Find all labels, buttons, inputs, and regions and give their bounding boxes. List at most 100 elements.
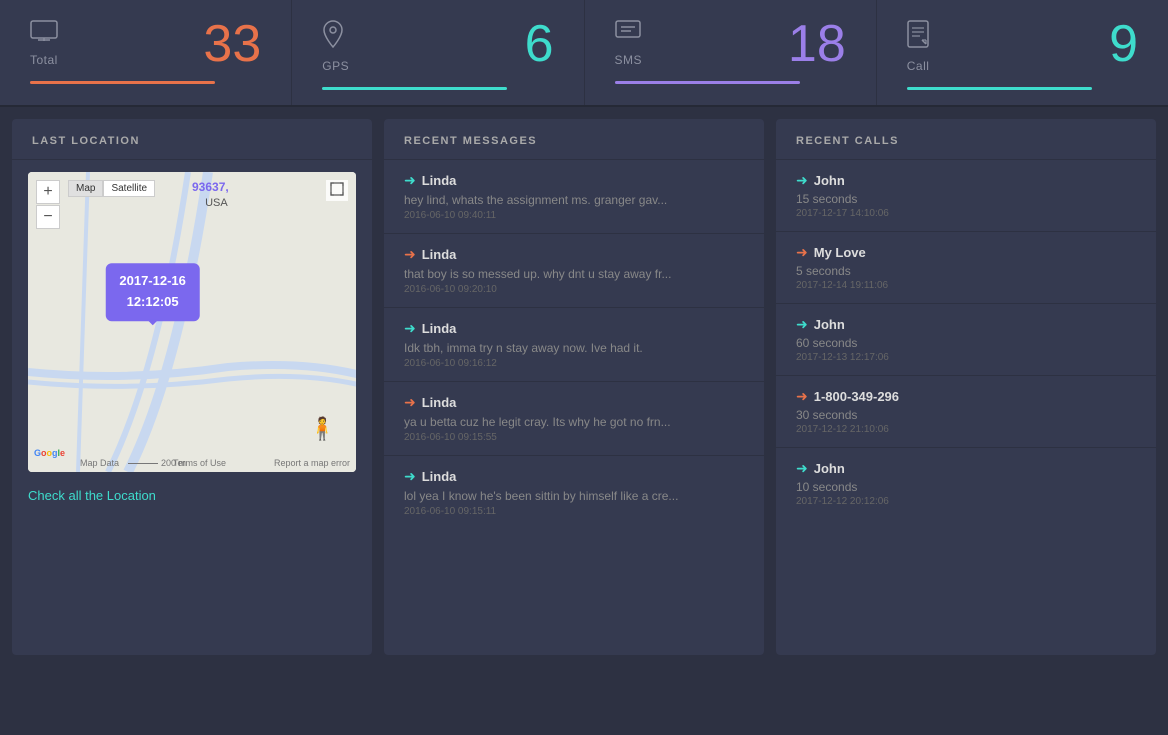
map-container: 93637, USA + − Map Satellite [28, 172, 356, 472]
message-text: lol yea I know he's been sittin by himse… [404, 489, 704, 503]
stat-label-gps: GPS [322, 59, 553, 73]
incoming-icon: ➜ [404, 394, 416, 411]
call-duration: 5 seconds [796, 264, 1136, 278]
pin-icon [322, 20, 344, 53]
message-time: 2016-06-10 09:40:11 [404, 210, 744, 221]
map-type-switcher[interactable]: Map Satellite [68, 180, 155, 197]
map-type-satellite[interactable]: Satellite [103, 180, 155, 197]
stat-card-total: Total 33 [0, 0, 292, 105]
call-contact: ➜ My Love [796, 244, 1136, 261]
message-time: 2016-06-10 09:15:55 [404, 432, 744, 443]
stat-value-call: 9 [1109, 18, 1138, 70]
pin-date: 2017-12-16 [119, 271, 186, 292]
call-item: ➜ John 10 seconds 2017-12-12 20:12:06 [776, 448, 1156, 519]
stat-card-call: Call 9 [877, 0, 1168, 105]
message-time: 2016-06-10 09:20:10 [404, 284, 744, 295]
message-contact: ➜ Linda [404, 172, 744, 189]
call-duration: 10 seconds [796, 480, 1136, 494]
incoming-icon: ➜ [404, 246, 416, 263]
call-contact-name: John [814, 461, 845, 476]
call-contact: ➜ John [796, 316, 1136, 333]
outgoing-icon: ➜ [404, 320, 416, 337]
call-time: 2017-12-12 21:10:06 [796, 424, 1136, 435]
call-contact: ➜ John [796, 460, 1136, 477]
outgoing-icon: ➜ [404, 468, 416, 485]
message-contact: ➜ Linda [404, 320, 744, 337]
message-icon [615, 20, 641, 47]
map-expand-button[interactable] [326, 180, 348, 201]
messages-panel: RECENT MESSAGES ➜ Linda hey lind, whats … [384, 119, 764, 655]
call-duration: 15 seconds [796, 192, 1136, 206]
message-item: ➜ Linda that boy is so messed up. why dn… [384, 234, 764, 308]
map-address: 93637, [192, 180, 229, 194]
call-item: ➜ 1-800-349-296 30 seconds 2017-12-12 21… [776, 376, 1156, 448]
call-contact-name: John [814, 173, 845, 188]
call-duration: 60 seconds [796, 336, 1136, 350]
message-contact: ➜ Linda [404, 246, 744, 263]
call-contact-name: 1-800-349-296 [814, 389, 899, 404]
map-footer-data: Map Data [80, 458, 119, 468]
map-zoom-controls[interactable]: + − [36, 180, 60, 229]
map-pin: 2017-12-16 12:12:05 [105, 263, 200, 321]
call-time: 2017-12-14 19:11:06 [796, 280, 1136, 291]
call-time: 2017-12-12 20:12:06 [796, 496, 1136, 507]
messages-list: ➜ Linda hey lind, whats the assignment m… [384, 160, 764, 529]
stats-bar: Total 33 GPS 6 SMS 18 [0, 0, 1168, 107]
main-content: LAST LOCATION 93637, USA + [0, 107, 1168, 667]
incoming-call-icon: ➜ [796, 244, 808, 261]
check-location-link[interactable]: Check all the Location [12, 480, 372, 519]
calls-panel: RECENT CALLS ➜ John 15 seconds 2017-12-1… [776, 119, 1156, 655]
contact-name: Linda [422, 173, 457, 188]
stat-bar-total [30, 81, 215, 84]
zoom-out-button[interactable]: − [36, 205, 60, 229]
map-terms[interactable]: Terms of Use [173, 458, 226, 468]
map-report[interactable]: Report a map error [274, 458, 350, 468]
outgoing-call-icon: ➜ [796, 460, 808, 477]
map-panel: LAST LOCATION 93637, USA + [12, 119, 372, 655]
message-contact: ➜ Linda [404, 468, 744, 485]
contact-name: Linda [422, 247, 457, 262]
message-time: 2016-06-10 09:16:12 [404, 358, 744, 369]
stat-value-sms: 18 [788, 18, 846, 70]
stat-bar-call [907, 87, 1092, 90]
call-item: ➜ My Love 5 seconds 2017-12-14 19:11:06 [776, 232, 1156, 304]
human-icon: 🧍 [309, 416, 336, 442]
map-usa: USA [205, 197, 228, 209]
stat-label-call: Call [907, 59, 1138, 73]
incoming-call-icon: ➜ [796, 388, 808, 405]
message-item: ➜ Linda lol yea I know he's been sittin … [384, 456, 764, 529]
call-item: ➜ John 60 seconds 2017-12-13 12:17:06 [776, 304, 1156, 376]
message-item: ➜ Linda Idk tbh, imma try n stay away no… [384, 308, 764, 382]
call-time: 2017-12-13 12:17:06 [796, 352, 1136, 363]
contact-name: Linda [422, 469, 457, 484]
call-contact-name: John [814, 317, 845, 332]
message-time: 2016-06-10 09:15:11 [404, 506, 744, 517]
zoom-in-button[interactable]: + [36, 180, 60, 204]
contact-name: Linda [422, 321, 457, 336]
outgoing-call-icon: ➜ [796, 172, 808, 189]
stat-bar-sms [615, 81, 800, 84]
stat-card-gps: GPS 6 [292, 0, 584, 105]
stat-card-sms: SMS 18 [585, 0, 877, 105]
messages-section-title: RECENT MESSAGES [384, 119, 764, 160]
call-duration: 30 seconds [796, 408, 1136, 422]
outgoing-call-icon: ➜ [796, 316, 808, 333]
contact-name: Linda [422, 395, 457, 410]
call-contact: ➜ 1-800-349-296 [796, 388, 1136, 405]
map-section-title: LAST LOCATION [12, 119, 372, 160]
outgoing-icon: ➜ [404, 172, 416, 189]
pin-date-time: 2017-12-16 12:12:05 [105, 263, 200, 321]
calls-list: ➜ John 15 seconds 2017-12-17 14:10:06 ➜ … [776, 160, 1156, 519]
map-type-map[interactable]: Map [68, 180, 103, 197]
stat-value-gps: 6 [525, 18, 554, 70]
calls-section-title: RECENT CALLS [776, 119, 1156, 160]
call-contact: ➜ John [796, 172, 1136, 189]
message-text: Idk tbh, imma try n stay away now. Ive h… [404, 341, 704, 355]
map-background: 93637, USA + − Map Satellite [28, 172, 356, 472]
monitor-icon [30, 20, 58, 47]
message-contact: ➜ Linda [404, 394, 744, 411]
pin-time: 12:12:05 [119, 292, 186, 313]
document-icon [907, 20, 929, 53]
stat-bar-gps [322, 87, 507, 90]
call-contact-name: My Love [814, 245, 866, 260]
